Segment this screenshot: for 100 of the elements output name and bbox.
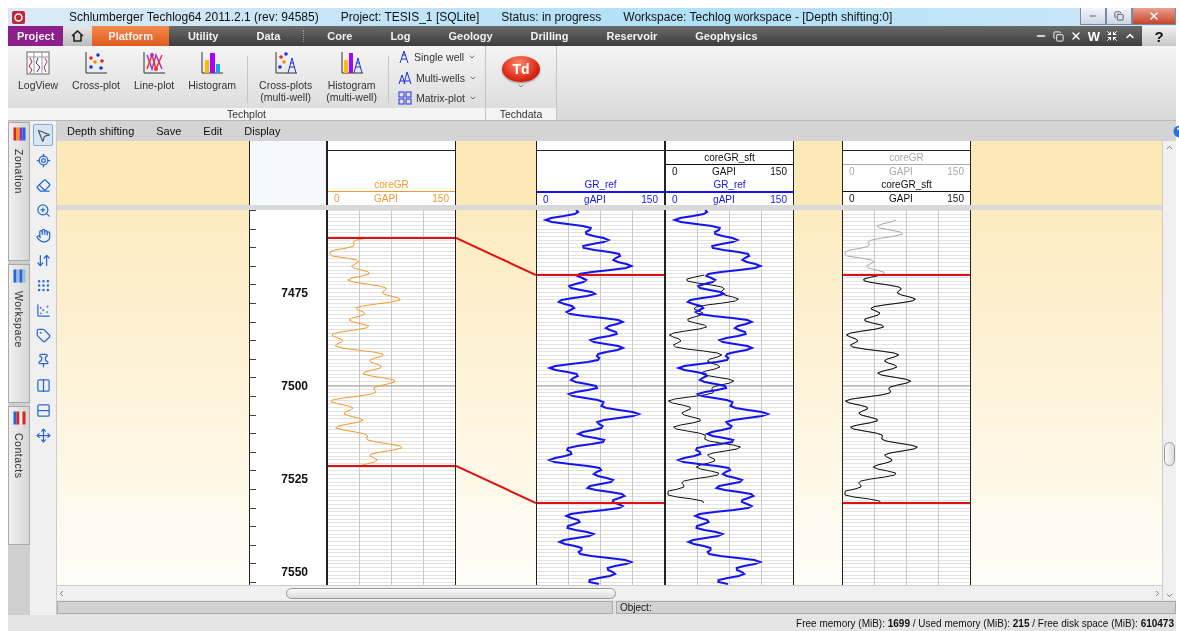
ribbon-button[interactable]: Cross-plot (66, 50, 126, 107)
ribbon-menu-button[interactable]: Single well (397, 50, 477, 64)
depth-label: 7500 (281, 379, 308, 393)
tag-icon (35, 327, 51, 343)
ribbon-button[interactable]: Histogram (182, 50, 243, 107)
scale-unit: GAPI (374, 192, 398, 205)
home-tab[interactable] (63, 26, 93, 46)
curve-name: GR_ref (712, 178, 747, 191)
depth-label: 7525 (281, 472, 308, 486)
group-label: Techdata (485, 107, 556, 120)
scale-min: 0 (672, 193, 678, 205)
minimize-button[interactable] (1080, 8, 1106, 25)
menu-item[interactable]: Depth shifting (67, 125, 135, 137)
scale-max: 150 (432, 192, 449, 205)
curve-name: coreGR_sft (880, 178, 933, 191)
menu-tab[interactable]: Geology (429, 26, 512, 46)
ribbon-button[interactable]: Cross-plots (multi-well) (253, 50, 319, 107)
ribbon-button[interactable]: Line-plot (127, 50, 181, 107)
curve-name: coreGR (373, 178, 410, 191)
depth-label: 7550 (281, 565, 308, 579)
scroll-thumb[interactable] (1164, 442, 1175, 466)
menu-tab[interactable]: Project (8, 26, 64, 46)
rows-icon (35, 402, 51, 418)
ribbon-menu-button[interactable]: Multi-wells (397, 70, 477, 85)
menu-tab[interactable]: Utility (168, 26, 238, 46)
scroll-down-icon[interactable] (1165, 591, 1174, 600)
scale-max: 150 (641, 193, 658, 205)
side-tab[interactable]: Zonation (8, 122, 30, 261)
move-icon (35, 427, 51, 443)
window-title: Workspace: Techlog workspace - [Depth shifting:0] (623, 10, 893, 24)
restore-icon (1114, 11, 1124, 21)
target-icon (35, 152, 51, 168)
scale-unit: GAPI (889, 192, 913, 205)
log-view-icon (25, 50, 52, 76)
menu-item[interactable]: Edit (203, 125, 223, 137)
restore-icon[interactable] (1052, 30, 1064, 42)
window-title: Schlumberger Techlog64 2011.2.1 (rev: 94585) (69, 10, 319, 24)
scale-unit: gAPI (713, 193, 735, 205)
menu-tab[interactable]: Data (237, 26, 300, 46)
menu-tab[interactable]: Drilling (511, 26, 588, 46)
scale-min: 0 (849, 165, 855, 178)
caret-icon (516, 82, 525, 90)
tower-icon (397, 50, 410, 64)
vertical-scrollbar[interactable] (1162, 141, 1176, 600)
pointer-icon (35, 127, 51, 143)
caret-icon (468, 94, 477, 102)
menu-tab[interactable]: Core (308, 26, 372, 46)
color-bars-icon (12, 411, 26, 425)
help-button[interactable]: ? (1142, 26, 1176, 46)
scroll-up-icon[interactable] (1165, 143, 1174, 152)
menu-tab[interactable]: Reservoir (587, 26, 677, 46)
collapse-icon[interactable] (1106, 30, 1118, 42)
horizontal-scrollbar[interactable] (57, 585, 1162, 600)
scale-min: 0 (849, 192, 855, 205)
scale-max: 150 (770, 193, 787, 205)
curve-name: GR_ref (583, 178, 618, 191)
menu-tab[interactable]: Log (371, 26, 430, 46)
side-tab[interactable]: Workspace (8, 264, 30, 403)
window-title: Project: TESIS_1 [SQLite] (340, 10, 480, 24)
zoom-in-icon (35, 202, 51, 218)
restore-button[interactable] (1106, 8, 1132, 25)
color-bars-icon (12, 127, 26, 141)
scatter-icon (35, 302, 51, 318)
scale-min: 0 (543, 193, 549, 205)
menu-tab[interactable]: Geophysics (676, 26, 777, 46)
group-label: Techplot (8, 107, 485, 120)
ribbon-menu-button[interactable]: Matrix-plot (397, 91, 477, 105)
grid-icon (397, 91, 412, 105)
app-icon (12, 10, 25, 24)
ribbon-button[interactable]: LogView (12, 50, 65, 107)
scroll-thumb[interactable] (286, 587, 616, 599)
tool-button[interactable]: W (1087, 28, 1100, 44)
scale-unit: GAPI (712, 165, 736, 178)
curve-name: coreGR (888, 151, 925, 164)
bar-chart-icon (199, 50, 226, 76)
window-title: Status: in progress (501, 10, 602, 24)
scale-min: 0 (334, 192, 340, 205)
scatter-well-icon (272, 50, 299, 76)
close-icon[interactable] (1069, 30, 1082, 42)
menu-item[interactable]: Display (244, 125, 281, 137)
columns-icon (35, 377, 51, 393)
scale-unit: GAPI (889, 165, 913, 178)
arrows-icon (35, 252, 51, 268)
ribbon-button[interactable]: Histogram (multi-well) (320, 50, 383, 107)
tool-button[interactable] (33, 124, 53, 146)
home-icon (71, 30, 85, 42)
scroll-left-icon[interactable] (57, 588, 66, 598)
towers-icon (397, 70, 412, 85)
close-button[interactable] (1132, 8, 1176, 25)
menu-item[interactable]: Save (156, 125, 182, 137)
line-plot-icon (141, 50, 168, 76)
hand-icon (35, 227, 51, 243)
curve-name: coreGR_sft (703, 151, 756, 164)
side-tab[interactable]: Contacts (8, 406, 30, 545)
scale-unit: gAPI (584, 193, 606, 205)
pin-icon (35, 352, 51, 368)
scroll-right-icon[interactable] (1153, 588, 1162, 598)
object-field: Object: (616, 601, 1176, 614)
dots-icon (35, 277, 51, 293)
scale-max: 150 (947, 192, 964, 205)
